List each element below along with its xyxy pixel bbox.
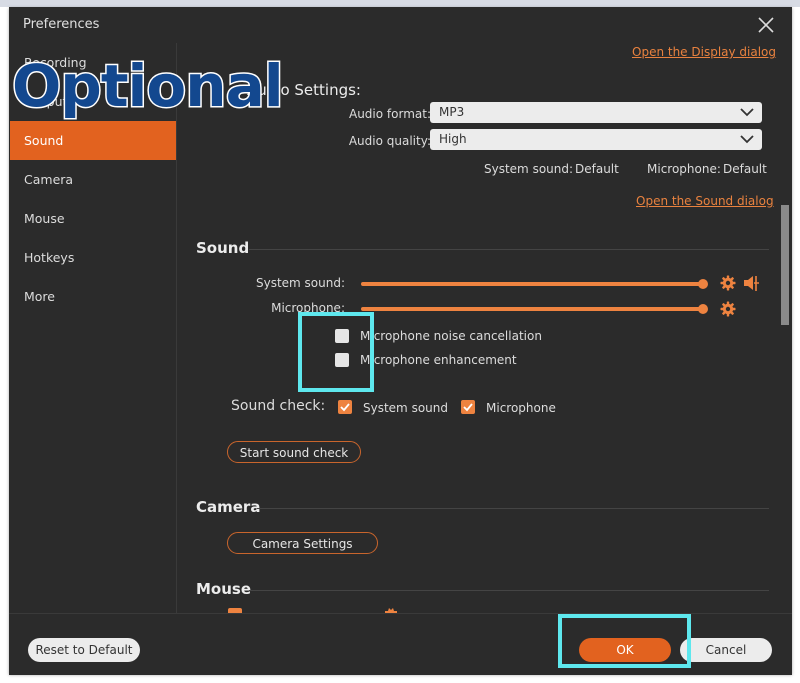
gear-icon[interactable] bbox=[720, 275, 736, 291]
checkmark-icon bbox=[340, 403, 350, 412]
sound-check-microphone-label: Microphone bbox=[486, 401, 556, 415]
close-icon[interactable] bbox=[757, 16, 775, 34]
checkmark-icon bbox=[463, 403, 473, 412]
mouse-section-heading: Mouse bbox=[196, 580, 252, 598]
ok-button[interactable]: OK bbox=[579, 638, 671, 662]
optional-overlay-label: Optional bbox=[11, 51, 286, 122]
sidebar-item-camera[interactable]: Camera bbox=[10, 160, 176, 199]
system-sound-device-label: System sound: bbox=[484, 162, 574, 176]
screen-top-strip bbox=[0, 0, 800, 7]
camera-section-heading: Camera bbox=[196, 498, 261, 516]
camera-settings-button[interactable]: Camera Settings bbox=[227, 532, 378, 554]
audio-format-select[interactable]: MP3 bbox=[430, 102, 762, 123]
audio-quality-select[interactable]: High bbox=[430, 129, 762, 150]
section-divider bbox=[249, 590, 769, 591]
sidebar-item-mouse[interactable]: Mouse bbox=[10, 199, 176, 238]
system-sound-slider-handle[interactable] bbox=[698, 279, 708, 289]
gear-icon[interactable] bbox=[720, 301, 736, 317]
sidebar: Recording Output Sound Camera Mouse Hotk… bbox=[10, 43, 177, 613]
sound-check-microphone-checkbox[interactable] bbox=[461, 400, 475, 414]
microphone-enhancement-checkbox[interactable] bbox=[335, 353, 349, 367]
open-display-dialog-link[interactable]: Open the Display dialog bbox=[632, 45, 776, 59]
noise-cancellation-checkbox[interactable] bbox=[335, 329, 349, 343]
sound-check-label: Sound check: bbox=[231, 398, 326, 414]
chevron-down-icon bbox=[740, 108, 754, 117]
sound-check-system-sound-label: System sound bbox=[363, 401, 448, 415]
microphone-slider-handle[interactable] bbox=[698, 304, 708, 314]
microphone-device-label: Microphone: bbox=[647, 162, 721, 176]
audio-quality-label: Audio quality: bbox=[348, 134, 431, 148]
chevron-down-icon bbox=[740, 135, 754, 144]
section-divider bbox=[249, 249, 769, 250]
sound-section-heading: Sound bbox=[196, 239, 250, 257]
microphone-volume-label: Microphone: bbox=[271, 301, 345, 315]
section-divider bbox=[257, 508, 769, 509]
system-sound-volume-slider[interactable] bbox=[361, 282, 706, 286]
start-sound-check-button[interactable]: Start sound check bbox=[227, 441, 361, 463]
dialog-title: Preferences bbox=[23, 17, 100, 32]
settings-content: Open the Display dialog Audio Settings: … bbox=[177, 43, 777, 613]
system-sound-device-value: Default bbox=[575, 162, 619, 176]
audio-format-label: Audio format: bbox=[348, 107, 431, 121]
scrollbar[interactable] bbox=[779, 43, 791, 613]
speaker-icon[interactable] bbox=[743, 274, 761, 292]
reset-to-default-button[interactable]: Reset to Default bbox=[28, 638, 140, 662]
sound-check-system-sound-checkbox[interactable] bbox=[338, 400, 352, 414]
sidebar-item-more[interactable]: More bbox=[10, 277, 176, 316]
microphone-volume-slider[interactable] bbox=[361, 307, 706, 311]
microphone-enhancement-label: Microphone enhancement bbox=[360, 353, 517, 367]
sidebar-item-sound[interactable]: Sound bbox=[10, 121, 176, 160]
dialog-footer: Reset to Default OK Cancel bbox=[9, 613, 792, 675]
system-sound-volume-label: System sound: bbox=[255, 276, 345, 290]
sidebar-item-hotkeys[interactable]: Hotkeys bbox=[10, 238, 176, 277]
scrollbar-thumb[interactable] bbox=[781, 205, 789, 325]
microphone-device-value: Default bbox=[723, 162, 767, 176]
cancel-button[interactable]: Cancel bbox=[680, 638, 772, 662]
open-sound-dialog-link[interactable]: Open the Sound dialog bbox=[636, 194, 774, 208]
noise-cancellation-label: Microphone noise cancellation bbox=[360, 329, 542, 343]
